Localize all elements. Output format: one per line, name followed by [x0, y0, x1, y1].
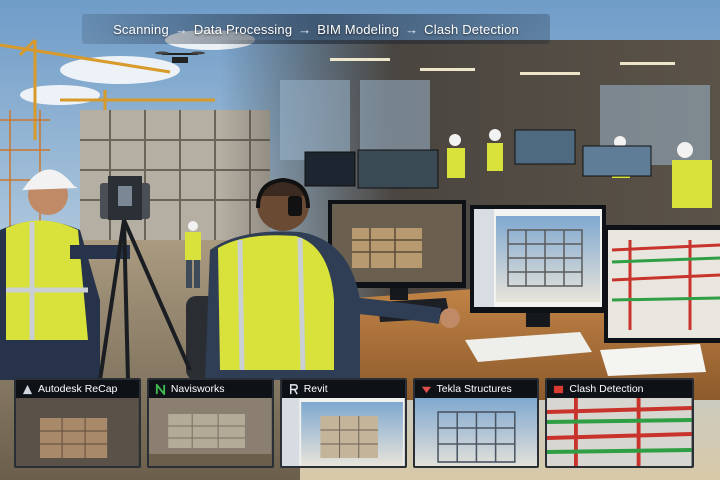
- tile-caption: Autodesk ReCap: [16, 380, 139, 398]
- revit-r-icon: [289, 383, 298, 394]
- tile-label: Navisworks: [170, 383, 225, 395]
- clash-icon: [554, 385, 564, 393]
- tile-navisworks: Navisworks: [146, 378, 274, 468]
- tile-caption: Navisworks: [148, 380, 272, 398]
- monitor-right: [604, 225, 720, 343]
- software-tiles: Autodesk ReCap Navisworks Revit Tekla St…: [14, 378, 695, 468]
- tile-label: Clash Detection: [569, 383, 644, 395]
- workflow-step-clash-detection: Clash Detection: [424, 21, 519, 37]
- tile-caption: Revit: [281, 380, 405, 398]
- arrow-right-icon: →: [298, 21, 312, 37]
- tile-label: Autodesk ReCap: [38, 383, 118, 395]
- arrow-right-icon: →: [405, 21, 419, 37]
- tile-caption: Clash Detection: [547, 380, 693, 398]
- tile-tekla-structures: Tekla Structures: [412, 378, 540, 468]
- workflow-step-scanning: Scanning: [113, 21, 169, 37]
- tile-label: Tekla Structures: [436, 383, 512, 395]
- construction-bim-scene: Scanning → Data Processing → BIM Modelin…: [0, 0, 720, 480]
- steel-frame-thumbnail: [414, 398, 538, 466]
- revit-model-thumbnail: [281, 398, 405, 466]
- workflow-step-bim-modeling: BIM Modeling: [317, 21, 400, 37]
- clash-model-thumbnail: [547, 398, 693, 466]
- workflow-step-data-processing: Data Processing: [193, 21, 293, 37]
- arrow-right-icon: →: [174, 21, 188, 37]
- tekla-icon: [421, 386, 431, 393]
- tile-clash-detection: Clash Detection: [545, 378, 695, 468]
- monitor-center: [470, 205, 606, 327]
- recap-triangle-icon: [22, 384, 33, 394]
- tile-autodesk-recap: Autodesk ReCap: [14, 378, 141, 468]
- tile-caption: Tekla Structures: [414, 380, 538, 398]
- point-cloud-thumbnail: [16, 398, 139, 466]
- tile-revit: Revit: [279, 378, 407, 468]
- navisworks-n-icon: [155, 383, 165, 395]
- site-model-thumbnail: [148, 398, 272, 466]
- workflow-banner: Scanning → Data Processing → BIM Modelin…: [82, 14, 550, 44]
- tile-label: Revit: [303, 383, 328, 395]
